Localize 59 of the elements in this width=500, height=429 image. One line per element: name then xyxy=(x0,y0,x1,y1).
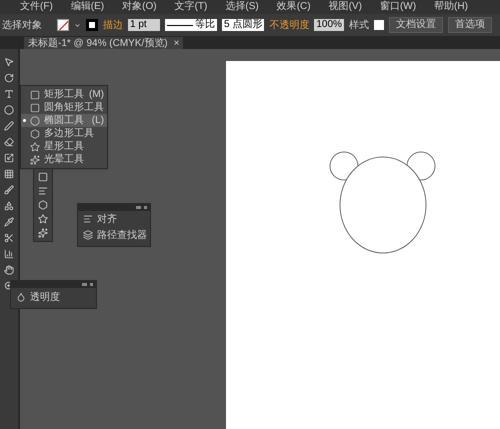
brush-field[interactable]: 5 点圆形 xyxy=(222,19,264,31)
toolbar-button[interactable]: 文档设置 xyxy=(388,17,443,33)
stroke-swatch[interactable] xyxy=(86,19,98,31)
selection-label: 选择对象 xyxy=(2,18,42,32)
tab-close-button[interactable]: × xyxy=(174,36,180,50)
flyout-item[interactable]: 星形工具 xyxy=(21,140,107,153)
menu-item[interactable]: 文件(F) xyxy=(20,2,53,12)
flare-icon xyxy=(30,154,40,164)
arrow-icon[interactable] xyxy=(4,57,14,67)
flyout-item[interactable]: 椭圆工具 (L) xyxy=(21,114,107,127)
stroke-weight-field[interactable]: 1 pt xyxy=(128,19,160,31)
toolbar-button[interactable]: 首选项 xyxy=(448,17,492,33)
rounded-square-icon xyxy=(30,102,40,112)
star-icon xyxy=(30,142,40,152)
document-tab[interactable]: 未标题-1* @ 94% (CMYK/预览) × xyxy=(24,37,184,49)
star-icon[interactable] xyxy=(38,214,48,224)
menu-item[interactable]: 帮助(H) xyxy=(434,2,468,12)
flyout-item[interactable]: 光晕工具 xyxy=(21,153,107,166)
panel-item[interactable]: 路径查找器 xyxy=(78,227,150,243)
stroke-profile-field[interactable]: 等比 xyxy=(165,19,217,31)
document-title: 未标题-1* @ 94% (CMYK/预览) xyxy=(28,36,168,50)
flare-icon[interactable] xyxy=(38,228,48,238)
panel-item[interactable]: 透明度 xyxy=(11,288,96,306)
menu-item[interactable]: 对象(O) xyxy=(122,2,157,12)
style-label: 样式 xyxy=(348,18,369,32)
scissors-icon[interactable] xyxy=(4,233,14,243)
eraser-icon[interactable] xyxy=(4,137,14,147)
rectangle-icon xyxy=(30,90,40,100)
text-icon[interactable] xyxy=(4,89,14,99)
brush-icon[interactable] xyxy=(4,185,14,195)
menu-item[interactable]: 效果(C) xyxy=(276,2,311,12)
align-icon xyxy=(83,214,93,224)
menu-item[interactable]: 文字(T) xyxy=(174,2,208,12)
polygon-icon xyxy=(30,128,40,138)
hand-icon[interactable] xyxy=(4,265,14,275)
polygon-icon[interactable] xyxy=(38,200,48,210)
panel-item[interactable]: 对齐 xyxy=(78,211,150,227)
flyout-item[interactable]: 圆角矩形工具 xyxy=(21,101,107,114)
stroke-label[interactable]: 描边 xyxy=(103,18,123,32)
ellipse-tool-icon[interactable] xyxy=(4,105,14,115)
grid-icon[interactable] xyxy=(4,169,14,179)
eyedropper-icon[interactable] xyxy=(4,217,14,227)
menu-item[interactable]: 视图(V) xyxy=(328,2,362,12)
ellipse-icon xyxy=(30,116,40,126)
style-swatch[interactable] xyxy=(374,20,384,30)
flyout-item[interactable]: 矩形工具 (M) xyxy=(21,88,107,101)
bar-chart-icon[interactable] xyxy=(4,249,14,259)
menu-item[interactable]: 编辑(E) xyxy=(70,2,104,12)
shapes-icon[interactable] xyxy=(4,201,14,211)
opacity-field[interactable]: 100% xyxy=(314,19,344,31)
pen-icon[interactable] xyxy=(4,121,14,131)
menu-item[interactable]: 选择(S) xyxy=(225,2,259,12)
menu-item[interactable]: 窗口(W) xyxy=(380,2,416,12)
dropdown-icon[interactable] xyxy=(74,22,81,28)
lines-icon[interactable] xyxy=(38,186,48,196)
opacity-label[interactable]: 不透明度 xyxy=(269,18,310,32)
scale-icon[interactable] xyxy=(4,153,14,163)
fill-swatch[interactable] xyxy=(57,19,69,31)
flyout-item[interactable]: 多边形工具 xyxy=(21,127,107,140)
